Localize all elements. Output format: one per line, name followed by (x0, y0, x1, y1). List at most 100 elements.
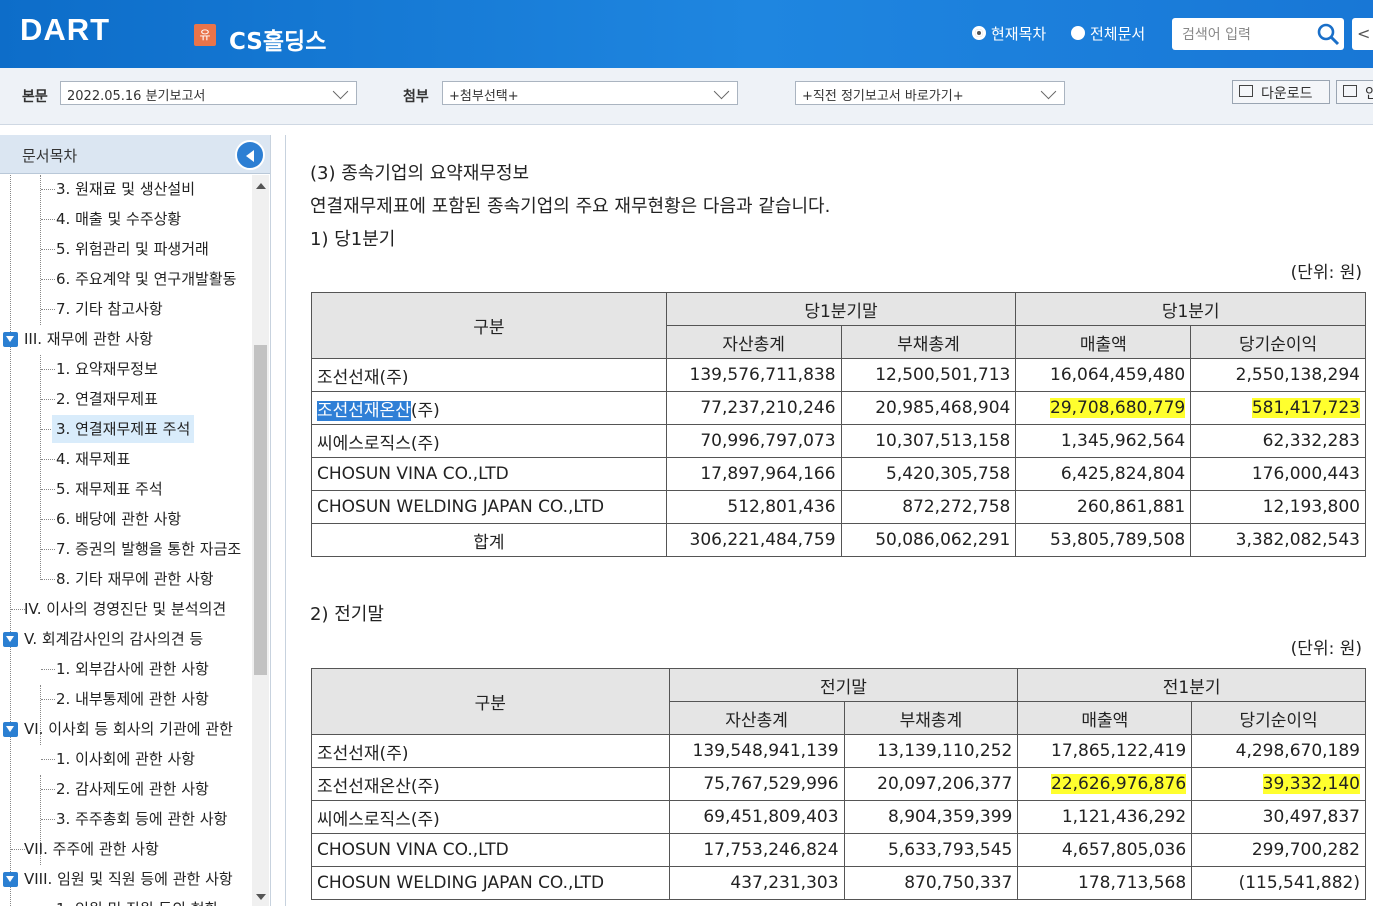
col-header: 당기순이익 (1191, 701, 1366, 735)
row-label: CHOSUN WELDING JAPAN CO.,LTD (311, 866, 670, 900)
tree-line (40, 175, 41, 325)
toc-title: 문서목차 (22, 147, 78, 165)
highlight-mark: 29,708,680,779 (1050, 398, 1186, 418)
cell: 306,221,484,759 (665, 523, 842, 557)
toc-item-selected[interactable]: 3. 연결재무제표 주석 (52, 415, 195, 443)
search-icon[interactable] (1316, 22, 1340, 46)
toc-item[interactable]: 7. 기타 참고사항 (56, 295, 163, 323)
download-button[interactable]: 다운로드 (1232, 80, 1330, 104)
document-toolbar: 본문 2022.05.16 분기보고서 첨부 +첨부선택+ +직전 정기보고서 … (0, 68, 1373, 125)
toc-item[interactable]: 2. 감사제도에 관한 사항 (56, 775, 209, 803)
cell: 3,382,082,543 (1190, 523, 1366, 557)
col-group-header: 당1분기말 (665, 292, 1017, 326)
toc-item[interactable]: 5. 재무제표 주석 (56, 475, 163, 503)
toc-section-3[interactable]: III. 재무에 관한 사항 (24, 325, 153, 353)
search-next-button[interactable]: < (1352, 18, 1373, 50)
section-intro: 연결재무제표에 포함된 종속기업의 주요 재무현황은 다음과 같습니다. (310, 196, 831, 217)
col-header: 자산총계 (668, 701, 845, 735)
expand-toggle-icon[interactable] (3, 332, 18, 347)
cell: 62,332,283 (1190, 424, 1366, 458)
expand-toggle-icon[interactable] (3, 722, 18, 737)
cell: 5,633,793,545 (843, 833, 1019, 867)
toc-item[interactable]: 3. 주주총회 등에 관한 사항 (56, 805, 227, 833)
attach-label: 첨부 (403, 89, 429, 105)
row-label: CHOSUN WELDING JAPAN CO.,LTD (311, 490, 667, 524)
cell: 77,237,210,246 (665, 391, 842, 425)
monitor-icon (1239, 85, 1253, 97)
toc-item[interactable]: 8. 기타 재무에 관한 사항 (56, 565, 214, 593)
main-doc-select[interactable]: 2022.05.16 분기보고서 (60, 81, 357, 105)
toc-item[interactable]: 6. 배당에 관한 사항 (56, 505, 181, 533)
toc-item[interactable]: 6. 주요계약 및 연구개발활동 (56, 265, 236, 293)
chevron-down-icon (332, 83, 349, 100)
col-header: 매출액 (1015, 325, 1192, 359)
toc-scrollbar[interactable] (252, 175, 269, 906)
table-row: 씨에스로직스(주) 69,451,809,403 8,904,359,399 1… (311, 800, 1366, 834)
selected-text: 조선선재온산 (317, 400, 411, 421)
toc-item[interactable]: 2. 연결재무제표 (56, 385, 158, 413)
cell: 139,548,941,139 (668, 734, 845, 768)
toc-item[interactable]: 5. 위험관리 및 파생거래 (56, 235, 209, 263)
scroll-up-icon[interactable] (256, 183, 266, 189)
attach-select[interactable]: +첨부선택+ (442, 81, 738, 105)
toc-section-5[interactable]: V. 회계감사인의 감사의견 등 (24, 625, 203, 653)
subsection-2-title: 2) 전기말 (310, 604, 384, 625)
cell: 176,000,443 (1190, 457, 1366, 491)
table-row: CHOSUN WELDING JAPAN CO.,LTD 512,801,436… (311, 490, 1366, 524)
expand-toggle-icon[interactable] (3, 632, 18, 647)
subsection-1-title: 1) 당1분기 (310, 229, 396, 250)
col-header: 부채총계 (840, 325, 1017, 359)
cell: 10,307,513,158 (840, 424, 1017, 458)
print-button[interactable]: 인 (1336, 80, 1373, 104)
toc-item[interactable]: 1. 임원 및 직원 등의 현황 (56, 895, 218, 906)
toc-item[interactable]: 1. 외부감사에 관한 사항 (56, 655, 209, 683)
col-header-category: 구분 (311, 292, 667, 359)
table-header-row: 구분 전기말 전1분기 (311, 668, 1366, 735)
unit-label-2: (단위: 원) (1290, 639, 1362, 659)
prev-report-select[interactable]: +직전 정기보고서 바로가기+ (795, 81, 1065, 105)
row-label: 씨에스로직스(주) (311, 424, 667, 458)
cell: 437,231,303 (668, 866, 845, 900)
toc-item[interactable]: 3. 원재료 및 생산설비 (56, 175, 195, 203)
cell: 870,750,337 (843, 866, 1019, 900)
unit-label-1: (단위: 원) (1290, 263, 1362, 283)
cell: 4,657,805,036 (1017, 833, 1193, 867)
current-quarter-table: 구분 당1분기말 당1분기 자산총계 부채총계 매출액 당기순이익 조선선재(주… (311, 292, 1366, 557)
table-header-row: 구분 당1분기말 당1분기 (311, 292, 1366, 359)
toc-item[interactable]: 1. 이사회에 관한 사항 (56, 745, 195, 773)
highlight-mark: 39,332,140 (1262, 774, 1360, 794)
toc-item[interactable]: 4. 재무제표 (56, 445, 130, 473)
toc-item[interactable]: 1. 요약재무정보 (56, 355, 158, 383)
row-label-suffix: (주) (410, 400, 440, 421)
prior-year-table: 구분 전기말 전1분기 자산총계 부채총계 매출액 당기순이익 조선선재(주) … (311, 668, 1366, 900)
cell: (115,541,882) (1191, 866, 1366, 900)
col-header-category: 구분 (311, 668, 670, 735)
cell: 2,550,138,294 (1190, 358, 1366, 392)
toc-item[interactable]: 2. 내부통제에 관한 사항 (56, 685, 209, 713)
toc-tree: 3. 원재료 및 생산설비 4. 매출 및 수주상황 5. 위험관리 및 파생거… (0, 175, 252, 906)
cell: 178,713,568 (1017, 866, 1193, 900)
row-label: CHOSUN VINA CO.,LTD (311, 833, 670, 867)
document-content: (3) 종속기업의 요약재무정보 연결재무제표에 포함된 종속기업의 주요 재무… (285, 135, 1373, 906)
collapse-sidebar-icon[interactable] (235, 140, 265, 170)
toc-section-6[interactable]: VI. 이사회 등 회사의 기관에 관한 (24, 715, 233, 743)
cell-highlighted: 29,708,680,779 (1015, 391, 1192, 425)
toc-section-4[interactable]: IV. 이사의 경영진단 및 분석의견 (24, 595, 226, 623)
scroll-down-icon[interactable] (256, 894, 266, 900)
radio-all-label: 전체문서 (1090, 25, 1146, 43)
radio-current-toc[interactable]: 현재목차 (972, 23, 1046, 44)
expand-toggle-icon[interactable] (3, 872, 18, 887)
radio-unselected-icon (1071, 26, 1085, 40)
toc-item[interactable]: 7. 증권의 발행을 통한 자금조 (56, 535, 241, 563)
toc-section-7[interactable]: VII. 주주에 관한 사항 (24, 835, 159, 863)
scrollbar-thumb[interactable] (254, 345, 267, 675)
dart-logo[interactable]: DART (20, 12, 110, 48)
radio-all-docs[interactable]: 전체문서 (1071, 23, 1145, 44)
table-row: CHOSUN WELDING JAPAN CO.,LTD 437,231,303… (311, 866, 1366, 900)
col-header: 당기순이익 (1190, 325, 1366, 359)
toc-section-8[interactable]: VIII. 임원 및 직원 등에 관한 사항 (24, 865, 233, 893)
table-row: CHOSUN VINA CO.,LTD 17,753,246,824 5,633… (311, 833, 1366, 867)
chevron-down-icon (713, 83, 730, 100)
highlight-mark: 22,626,976,876 (1051, 774, 1187, 794)
toc-item[interactable]: 4. 매출 및 수주상황 (56, 205, 181, 233)
